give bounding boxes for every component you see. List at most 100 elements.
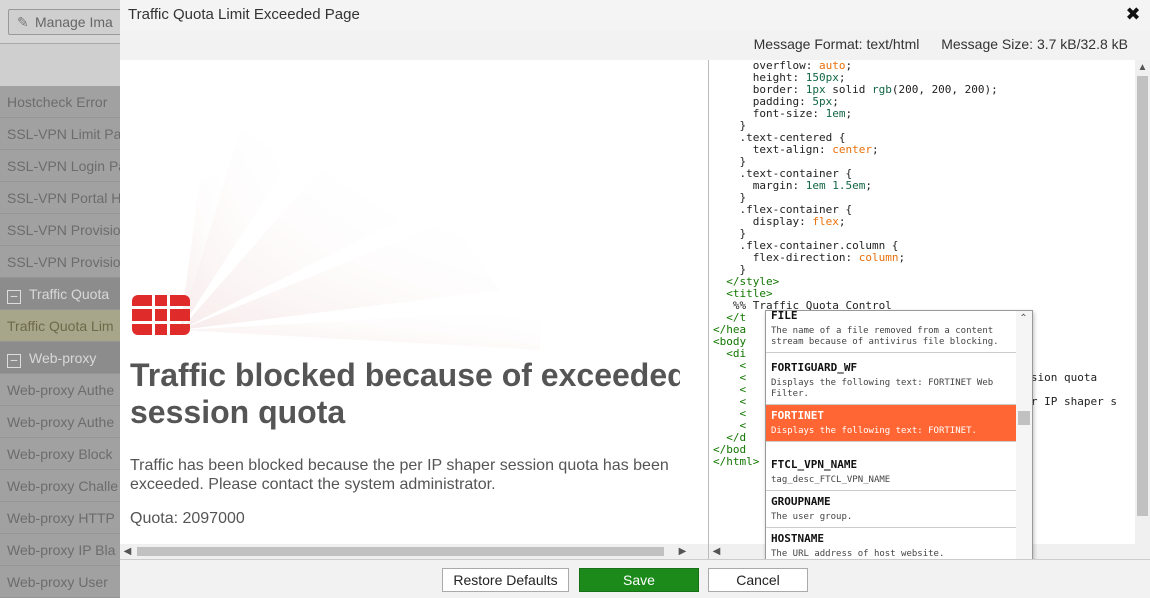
message-meta: Message Format: text/html Message Size: …: [736, 36, 1128, 52]
dialog-footer: Restore Defaults Save Cancel: [120, 559, 1150, 598]
list-item-label: Web-proxy HTTP: [7, 510, 115, 526]
preview-heading: Traffic blocked because of exceeded sess…: [130, 357, 680, 430]
list-item[interactable]: SSL-VPN Limit Pa: [0, 118, 130, 150]
list-item[interactable]: SSL-VPN Provisio: [0, 214, 130, 246]
code-line: margin: 1em 1.5em;: [713, 180, 1133, 192]
chevron-up-icon[interactable]: ⌃: [1016, 311, 1031, 326]
list-item[interactable]: Web-proxy Block: [0, 438, 130, 470]
code-token: ;: [838, 215, 846, 228]
save-button[interactable]: Save: [579, 568, 699, 592]
manage-images-label: Manage Ima: [35, 14, 113, 30]
list-item[interactable]: SSL-VPN Login Pa: [0, 150, 130, 182]
list-item-label: SSL-VPN Provisio: [7, 222, 121, 238]
restore-defaults-button[interactable]: Restore Defaults: [442, 568, 569, 592]
code-line: flex-direction: column;: [713, 252, 1133, 264]
code-token: ;: [871, 143, 879, 156]
replacement-message-list: Hostcheck Error SSL-VPN Limit Pa SSL-VPN L…: [0, 86, 130, 598]
tag-description: The user group.: [771, 512, 853, 522]
code-token: 1em 1.5em: [805, 179, 866, 192]
tag-name: FTCL_VPN_NAME: [771, 458, 858, 471]
code-scroll-thumb[interactable]: [1137, 76, 1148, 516]
list-item-label: Web-proxy: [29, 350, 97, 366]
message-size: Message Size: 3.7 kB/32.8 kB: [941, 36, 1128, 52]
code-token: column: [858, 251, 899, 264]
edit-message-dialog: Traffic Quota Limit Exceeded Page ✖ Mess…: [120, 0, 1150, 598]
preview-body-text: Traffic has been blocked because the per…: [130, 457, 669, 493]
list-item-label: Web-proxy Authe: [7, 414, 115, 430]
list-item[interactable]: SSL-VPN Provisio: [0, 246, 130, 278]
collapse-icon[interactable]: −: [7, 353, 21, 368]
list-item-label: SSL-VPN Login Pa: [7, 158, 127, 174]
list-item-label: Hostcheck Error: [7, 94, 108, 110]
close-icon[interactable]: ✖: [1124, 4, 1142, 24]
code-line: font-size: 1em;: [713, 108, 1133, 120]
code-token: ;: [865, 179, 872, 192]
list-item-label: Traffic Quota Lim: [7, 318, 114, 334]
code-line: display: flex;: [713, 216, 1133, 228]
tag-name: GROUPNAME: [771, 495, 831, 508]
list-item-label: SSL-VPN Portal H: [7, 190, 122, 206]
tag-autocomplete-popup[interactable]: FILE The name of a file removed from a co…: [765, 310, 1033, 585]
collapse-icon[interactable]: −: [7, 289, 21, 304]
autocomplete-item[interactable]: FTCL_VPN_NAME tag_desc_FTCL_VPN_NAME: [766, 454, 1017, 491]
code-token: ;: [845, 60, 853, 72]
scroll-right-icon[interactable]: ▶: [675, 544, 690, 559]
tag-name: FORTIGUARD_WF: [771, 361, 858, 374]
code-token: flex: [812, 215, 839, 228]
code-token: 1em: [825, 107, 846, 120]
list-group-header[interactable]: − Traffic Quota: [0, 278, 130, 310]
tag-name: FILE: [771, 310, 798, 322]
pencil-icon: ✎: [17, 14, 29, 30]
tag-description: tag_desc_FTCL_VPN_NAME: [771, 475, 891, 485]
list-item-label: Web-proxy Block: [7, 446, 113, 462]
autocomplete-item[interactable]: GROUPNAME The user group.: [766, 491, 1017, 528]
list-item[interactable]: Web-proxy IP Bla: [0, 534, 130, 566]
message-format: Message Format: text/html: [753, 36, 920, 52]
list-item[interactable]: Traffic Quota Lim: [0, 310, 130, 342]
autocomplete-item[interactable]: FILE The name of a file removed from a co…: [766, 310, 1017, 353]
preview-canvas: Traffic blocked because of exceeded sess…: [120, 60, 680, 540]
autocomplete-scrollbar[interactable]: ⌃ ⌄: [1016, 311, 1032, 584]
code-token: (200, 200, 200);: [891, 83, 998, 96]
list-item-label: Traffic Quota: [29, 286, 110, 302]
scroll-up-icon[interactable]: ▲: [1135, 60, 1150, 75]
preview-hscroll-thumb[interactable]: [137, 547, 664, 556]
code-line: text-align: center;: [713, 144, 1133, 156]
autocomplete-scroll-thumb[interactable]: [1018, 411, 1030, 425]
code-token: ;: [898, 251, 906, 264]
autocomplete-item[interactable]: FORTINET Displays the following text: FOR…: [766, 405, 1017, 442]
list-item[interactable]: Hostcheck Error: [0, 86, 130, 118]
tag-name: FORTINET: [771, 409, 824, 422]
code-token: rgb: [871, 83, 892, 96]
list-item[interactable]: Web-proxy Authe: [0, 374, 130, 406]
list-item-label: SSL-VPN Provisio: [7, 254, 121, 270]
tag-description: Displays the following text: FORTINET We…: [771, 378, 994, 399]
list-item-label: Web-proxy User: [7, 574, 108, 590]
list-item[interactable]: Web-proxy HTTP: [0, 502, 130, 534]
cancel-button[interactable]: Cancel: [708, 568, 808, 592]
list-item[interactable]: Web-proxy Challe: [0, 470, 130, 502]
code-tag: </html>: [713, 455, 760, 468]
fortinet-logo-icon: [132, 295, 190, 335]
preview-quota: Quota: 2097000: [130, 510, 245, 527]
list-item-label: Web-proxy Authe: [7, 382, 115, 398]
dialog-titlebar: Traffic Quota Limit Exceeded Page ✖: [120, 0, 1150, 30]
code-token: center: [832, 143, 872, 156]
code-token: ;: [845, 107, 853, 120]
list-item-label: Web-proxy IP Bla: [7, 542, 116, 558]
tag-description: The name of a file removed from a conten…: [771, 326, 999, 347]
scroll-left-icon[interactable]: ◀: [709, 544, 724, 559]
list-item-label: SSL-VPN Limit Pa: [7, 126, 122, 142]
autocomplete-item[interactable]: FORTIGUARD_WF Displays the following text…: [766, 357, 1017, 405]
tag-description: Displays the following text: FORTINET.: [771, 426, 977, 436]
list-item[interactable]: Web-proxy Authe: [0, 406, 130, 438]
scroll-left-icon[interactable]: ◀: [120, 544, 135, 559]
list-item[interactable]: SSL-VPN Portal H: [0, 182, 130, 214]
list-group-header[interactable]: − Web-proxy: [0, 342, 130, 374]
code-line: </style>: [713, 276, 1133, 288]
tag-name: HOSTNAME: [771, 532, 824, 545]
code-vertical-scrollbar[interactable]: ▲: [1135, 60, 1150, 544]
list-item-label: Web-proxy Challe: [7, 478, 119, 494]
list-item[interactable]: Web-proxy User: [0, 566, 130, 598]
background-header-gap: [0, 44, 130, 86]
